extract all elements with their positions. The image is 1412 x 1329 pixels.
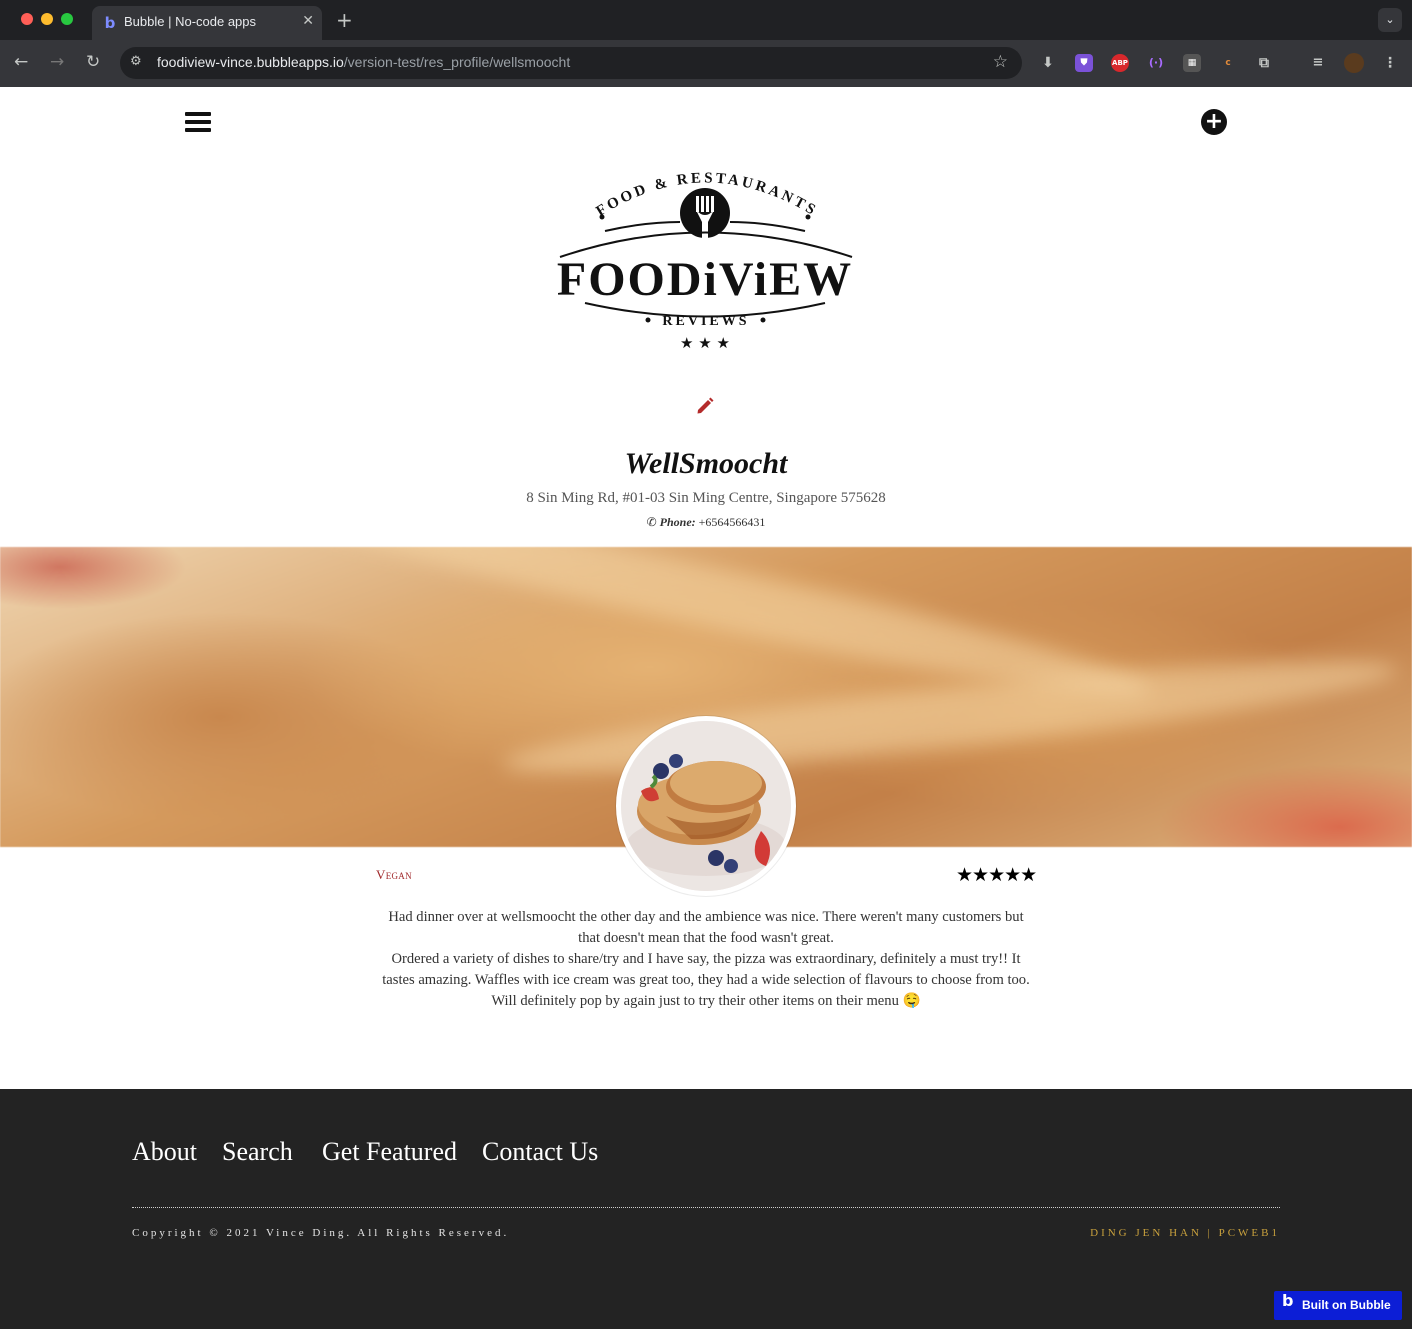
- back-arrow-icon[interactable]: ←: [14, 52, 28, 72]
- forward-arrow-icon[interactable]: →: [50, 52, 64, 72]
- browser-tab[interactable]: b Bubble | No-code apps ✕: [92, 6, 322, 40]
- phone-number[interactable]: +6564566431: [699, 515, 766, 529]
- url-text[interactable]: foodiview-vince.bubbleapps.io/version-te…: [157, 54, 570, 70]
- review-paragraph: Had dinner over at wellsmoocht the other…: [388, 909, 1024, 946]
- qr-icon[interactable]: ▦: [1183, 54, 1201, 72]
- restaurant-address: 8 Sin Ming Rd, #01-03 Sin Ming Centre, S…: [526, 490, 886, 506]
- restaurant-photo: [616, 716, 796, 896]
- profile-avatar[interactable]: [1344, 53, 1364, 73]
- footer-link-contact-us[interactable]: Contact Us: [482, 1137, 598, 1167]
- download-icon[interactable]: ⬇: [1039, 54, 1057, 72]
- badge-label: Built on Bubble: [1302, 1298, 1391, 1312]
- footer-link-search[interactable]: Search: [222, 1137, 293, 1167]
- author-credit: DING JEN HAN | PCWEB1: [1090, 1227, 1280, 1239]
- close-tab-icon[interactable]: ✕: [302, 13, 314, 29]
- phone-label: Phone:: [659, 515, 696, 529]
- copyright-text: Copyright © 2021 Vince Ding. All Rights …: [132, 1227, 510, 1239]
- media-icon[interactable]: ≡: [1309, 54, 1327, 72]
- broadcast-icon[interactable]: (·): [1147, 54, 1165, 72]
- rating-stars: ★★★★★: [956, 864, 1037, 886]
- restaurant-name: WellSmoocht: [624, 447, 788, 480]
- edit-pencil-icon[interactable]: [695, 396, 715, 416]
- foodiview-logo: FOOD & RESTAURANTS FOODiViEW REVIEWS ★ ★…: [557, 170, 853, 352]
- footer-link-about[interactable]: About: [132, 1137, 197, 1167]
- review-paragraph: Ordered a variety of dishes to share/try…: [382, 951, 1030, 1009]
- bubble-favicon-icon: b: [104, 14, 116, 32]
- tab-title: Bubble | No-code apps: [124, 14, 257, 29]
- address-bar[interactable]: ⚙ foodiview-vince.bubbleapps.io/version-…: [120, 47, 1022, 79]
- page: + FOOD & RESTAURANTS FOODiViEW REVIEWS ★…: [0, 87, 1412, 1329]
- add-review-icon[interactable]: +: [1201, 109, 1227, 135]
- browser-menu-icon[interactable]: ⋮: [1381, 54, 1399, 72]
- bookmark-star-icon[interactable]: ☆: [993, 52, 1008, 72]
- tab-search-icon[interactable]: ⌄: [1378, 8, 1402, 32]
- logo-stars: ★ ★ ★: [680, 334, 730, 352]
- close-window-button[interactable]: [21, 13, 33, 25]
- logo-wordmark: FOODiViEW: [557, 253, 853, 306]
- fork-icon: [680, 188, 730, 238]
- new-tab-icon[interactable]: +: [336, 8, 353, 32]
- puzzle-icon[interactable]: ⧉: [1255, 54, 1273, 72]
- minimize-window-button[interactable]: [41, 13, 53, 25]
- footer-divider: [132, 1207, 1280, 1208]
- built-on-bubble-badge[interactable]: b Built on Bubble: [1274, 1291, 1402, 1320]
- browser-tab-strip: b Bubble | No-code apps ✕ + ⌄: [0, 0, 1412, 40]
- shield-icon[interactable]: ⛊: [1075, 54, 1093, 72]
- browser-toolbar: ← → ↻ ⚙ foodiview-vince.bubbleapps.io/ve…: [0, 40, 1412, 87]
- category-tag[interactable]: Vegan: [376, 867, 412, 883]
- bubble-logo-icon: b: [1282, 1291, 1294, 1310]
- maximize-window-button[interactable]: [61, 13, 73, 25]
- footer-link-get-featured[interactable]: Get Featured: [322, 1137, 457, 1167]
- review-text: Had dinner over at wellsmoocht the other…: [380, 907, 1032, 1012]
- adblock-extension-icon[interactable]: ABP: [1111, 54, 1129, 72]
- bubble-ext-icon[interactable]: c: [1219, 54, 1237, 72]
- site-settings-icon[interactable]: ⚙: [130, 54, 142, 69]
- reload-icon[interactable]: ↻: [86, 52, 100, 72]
- phone-icon: ✆: [646, 515, 657, 529]
- logo-subtitle: REVIEWS: [662, 314, 749, 329]
- footer: About Search Get Featured Contact Us Cop…: [0, 1089, 1412, 1329]
- restaurant-phone: ✆ Phone: +6564566431: [0, 515, 1412, 530]
- hamburger-menu-icon[interactable]: [185, 112, 211, 132]
